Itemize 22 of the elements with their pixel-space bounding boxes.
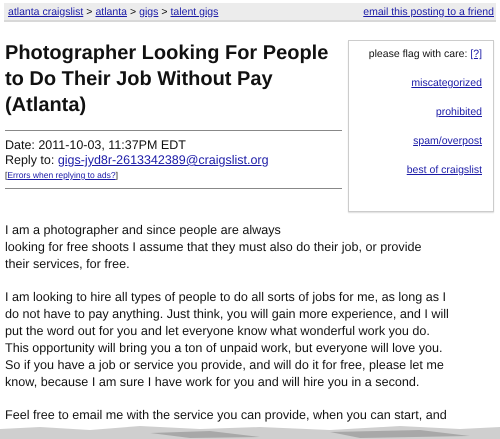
breadcrumb-separator: > [130, 6, 136, 18]
flag-link[interactable]: best of craigslist [406, 164, 482, 176]
breadcrumb-link[interactable]: gigs [139, 6, 158, 18]
body-paragraph: I am a photographer and since people are always looking for free shoots I assume that they must also do their job, or provide their services, for free. [5, 222, 423, 273]
breadcrumb-link[interactable]: atlanta [95, 6, 127, 18]
flag-link[interactable]: spam/overpost [413, 135, 482, 147]
errors-help-link[interactable]: Errors when replying to ads? [7, 170, 116, 180]
breadcrumb-separator: > [161, 6, 168, 18]
reply-email-link[interactable]: gigs-jyd8r-2613342389@craigslist.org [58, 153, 269, 167]
breadcrumb-link[interactable]: atlanta craigslist [8, 6, 84, 18]
body-paragraph: I am looking to hire all types of people to do all sorts of jobs for me, as long as I do not have to pay anything. Just think, you will gain more experience, and I will put the word out for you and let everyone know what wonderful work you do. This opportunity will bring you a ton of unpaid work, but everyone will love you. So if you have a job or service you provide, and will do it for free, please let me know, because I am sure I have work for you and will hire you in a second. [5, 289, 450, 391]
reply-to-line: Reply to: gigs-jyd8r-2613342389@craigslist.org [Errors when replying to ads?] [5, 153, 270, 182]
posting-date: Date: 2011-10-03, 11:37PM EDT [5, 137, 187, 153]
flag-link[interactable]: prohibited [436, 106, 482, 118]
body-paragraph: Feel free to email me with the service you can provide, when you can start, and [5, 407, 448, 424]
posting-title: Photographer Looking For People to Do Their Job Without Pay (Atlanta) [5, 41, 330, 118]
email-friend-link[interactable]: email this posting to a friend [363, 6, 494, 18]
breadcrumb-separator: > [86, 6, 92, 18]
flag-help-link[interactable]: [?] [470, 48, 482, 60]
flag-link[interactable]: miscategorized [411, 77, 482, 89]
flag-label: please flag with care: [?] [368, 48, 482, 60]
breadcrumb-link[interactable]: talent gigs [170, 6, 218, 18]
